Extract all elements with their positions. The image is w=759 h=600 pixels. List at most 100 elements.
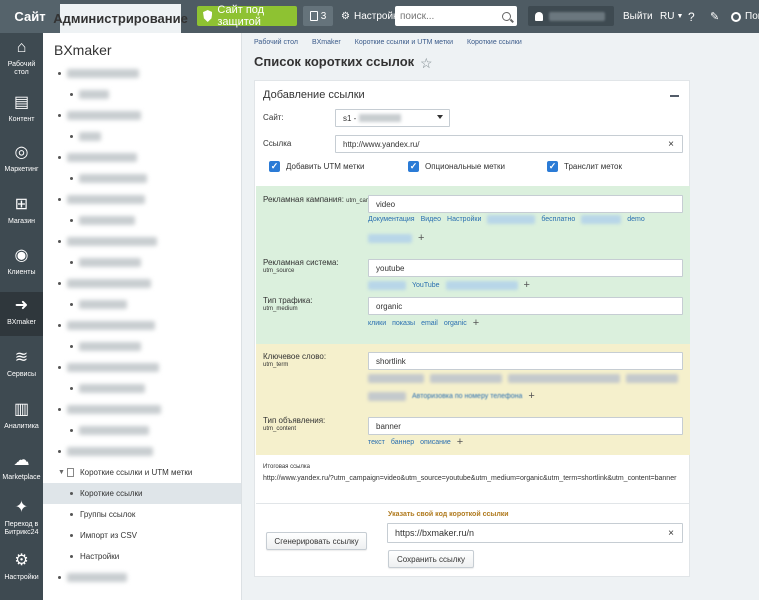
collapse-icon[interactable] <box>670 95 679 97</box>
menu-content[interactable]: ▤ Контент <box>0 94 43 134</box>
tag-link[interactable]: demo <box>627 216 645 223</box>
tree-item-redacted[interactable] <box>43 84 241 105</box>
tree-item-import-csv[interactable]: Импорт из CSV <box>43 525 241 546</box>
utm-medium-input[interactable]: organic <box>368 297 683 315</box>
utm-content-input[interactable]: banner <box>368 417 683 435</box>
tree-section-short-links[interactable]: ▼ Короткие ссылки и UTM метки <box>43 462 241 483</box>
menu-analytics[interactable]: ▥ Аналитика <box>0 401 43 441</box>
breadcrumb-item[interactable]: Рабочий стол <box>254 39 298 46</box>
utm-term-tags-row2: Авторизовка по номеру телефона + <box>368 391 535 402</box>
tree-item-redacted[interactable] <box>43 336 241 357</box>
add-tag-icon[interactable]: + <box>457 437 463 448</box>
tree-item-redacted[interactable] <box>43 147 241 168</box>
menu-clients[interactable]: ◉ Клиенты <box>0 247 43 287</box>
tree-item-redacted[interactable] <box>43 105 241 126</box>
tree-item-redacted[interactable] <box>43 210 241 231</box>
tag-link[interactable]: баннер <box>391 439 414 446</box>
tree-item-redacted[interactable] <box>43 399 241 420</box>
tag-link-redacted[interactable] <box>445 281 518 290</box>
translit-checkbox[interactable]: ✓ Транслит меток <box>547 161 622 172</box>
menu-shop[interactable]: ⊞ Магазин <box>0 196 43 236</box>
tag-link[interactable]: клики <box>368 320 386 327</box>
tree-item-redacted[interactable] <box>43 420 241 441</box>
tag-link-redacted[interactable] <box>368 281 406 290</box>
tree-item-redacted[interactable] <box>43 567 241 588</box>
tag-link[interactable]: Видео <box>421 216 441 223</box>
breadcrumb-item[interactable]: Короткие ссылки и UTM метки <box>355 39 453 46</box>
tag-link[interactable]: текст <box>368 439 385 446</box>
add-tag-icon[interactable]: + <box>473 318 479 329</box>
custom-code-input[interactable]: https://bxmaker.ru/n × <box>387 523 683 543</box>
tree-item-redacted[interactable] <box>43 378 241 399</box>
language-select[interactable]: RU ▼ <box>660 0 683 33</box>
help-icon[interactable]: ? <box>688 0 695 33</box>
tag-link-redacted[interactable] <box>368 374 424 383</box>
tree-item-settings[interactable]: Настройки <box>43 546 241 567</box>
save-link-button[interactable]: Сохранить ссылку <box>388 550 474 568</box>
tag-link[interactable]: описание <box>420 439 451 446</box>
optional-utm-checkbox[interactable]: ✓ Опциональные метки <box>408 161 505 172</box>
pin-icon[interactable]: ✎ <box>710 0 719 33</box>
utm-term-input[interactable]: shortlink <box>368 352 683 370</box>
tree-item-link-groups[interactable]: Группы ссылок <box>43 504 241 525</box>
utm-campaign-input[interactable]: video <box>368 195 683 213</box>
utm-source-input[interactable]: youtube <box>368 259 683 277</box>
add-tag-icon[interactable]: + <box>418 233 424 244</box>
tag-link-redacted[interactable] <box>368 234 412 243</box>
link-input[interactable]: http://www.yandex.ru/ × <box>335 135 683 153</box>
menu-desktop[interactable]: ⌂ Рабочий стол <box>0 39 43 87</box>
breadcrumb-item[interactable]: BXmaker <box>312 39 341 46</box>
tag-link-redacted[interactable] <box>626 374 678 383</box>
generate-link-button[interactable]: Сгенерировать ссылку <box>266 532 367 550</box>
breadcrumb-item[interactable]: Короткие ссылки <box>467 39 522 46</box>
tag-link[interactable]: бесплатно <box>541 216 575 223</box>
tree-item-redacted[interactable] <box>43 63 241 84</box>
clear-icon[interactable]: × <box>668 528 674 539</box>
tree-item-redacted[interactable] <box>43 252 241 273</box>
tag-link-redacted[interactable] <box>368 392 406 401</box>
notifications-button[interactable]: 3 <box>303 6 333 26</box>
tag-link[interactable]: Авторизовка по номеру телефона <box>412 393 522 400</box>
tag-link[interactable]: Настройки <box>447 216 481 223</box>
clear-icon[interactable]: × <box>668 139 674 150</box>
tag-link[interactable]: email <box>421 320 438 327</box>
tree-item-short-links[interactable]: Короткие ссылки <box>43 483 241 504</box>
tag-link[interactable]: YouTube <box>412 282 440 289</box>
tag-link[interactable]: organic <box>444 320 467 327</box>
star-icon[interactable]: ☆ <box>420 55 433 72</box>
search-input[interactable] <box>400 10 495 22</box>
tree-item-redacted[interactable] <box>43 273 241 294</box>
tree-item-redacted[interactable] <box>43 441 241 462</box>
add-tag-icon[interactable]: + <box>524 280 530 291</box>
tree-item-redacted[interactable] <box>43 357 241 378</box>
tag-link-redacted[interactable] <box>430 374 502 383</box>
tag-link-redacted[interactable] <box>508 374 620 383</box>
site-tab[interactable]: Сайт <box>0 0 60 33</box>
admin-tab[interactable]: Администрирование <box>53 4 188 33</box>
menu-bitrix24[interactable]: ✦ Переход в Битрикс24 <box>0 499 43 547</box>
tag-link-redacted[interactable] <box>487 215 536 224</box>
tree-item-redacted[interactable] <box>43 315 241 336</box>
tag-link[interactable]: Документация <box>368 216 415 223</box>
menu-marketing[interactable]: ◎ Маркетинг <box>0 144 43 184</box>
tree-item-redacted[interactable] <box>43 294 241 315</box>
search-icon[interactable] <box>502 11 511 21</box>
add-utm-checkbox[interactable]: ✓ Добавить UTM метки <box>269 161 364 172</box>
tree-item-redacted[interactable] <box>43 126 241 147</box>
menu-settings[interactable]: ⚙ Настройки <box>0 552 43 592</box>
site-protected-button[interactable]: Сайт под защитой <box>197 4 297 28</box>
tag-link-redacted[interactable] <box>581 215 622 224</box>
settings-link[interactable]: ⚙ Настройки <box>341 0 403 33</box>
tag-link[interactable]: показы <box>392 320 415 327</box>
tree-item-redacted[interactable] <box>43 168 241 189</box>
help-menu[interactable]: Пом <box>731 0 759 33</box>
user-menu[interactable] <box>528 6 614 26</box>
add-tag-icon[interactable]: + <box>528 391 534 402</box>
menu-marketplace[interactable]: ☁ Marketplace <box>0 452 43 492</box>
menu-services[interactable]: ≋ Сервисы <box>0 349 43 389</box>
tree-item-redacted[interactable] <box>43 189 241 210</box>
site-select[interactable]: s1 - <box>335 109 450 127</box>
tree-item-redacted[interactable] <box>43 231 241 252</box>
logout-link[interactable]: Выйти <box>623 0 653 33</box>
menu-bxmaker[interactable]: ➜ BXmaker <box>0 292 43 336</box>
